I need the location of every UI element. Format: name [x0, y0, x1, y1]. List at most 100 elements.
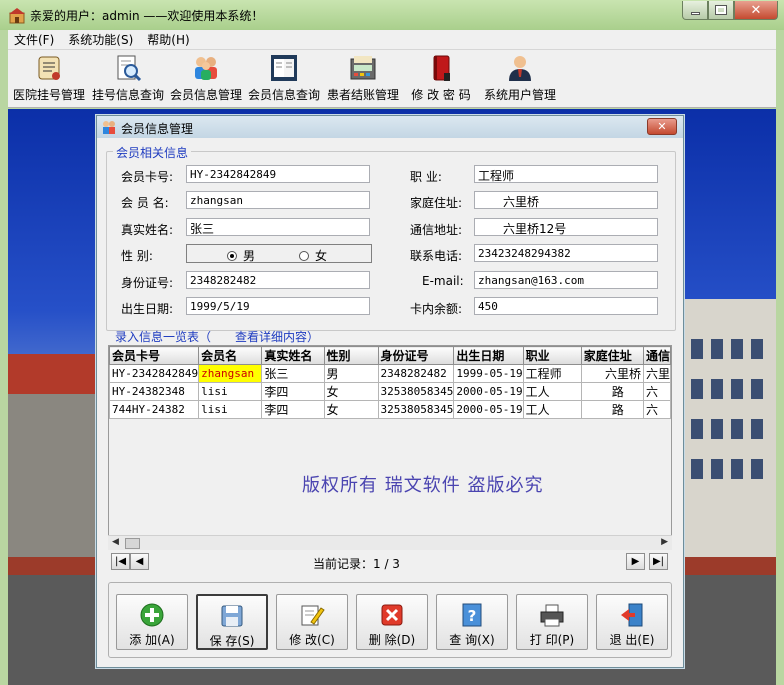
table-cell[interactable]: 路: [580, 382, 644, 401]
dialog-close-button[interactable]: ✕: [647, 118, 677, 135]
toolbar-member-manage[interactable]: 会员信息管理: [168, 53, 244, 103]
balance-label: 卡内余额:: [410, 302, 463, 316]
table-cell-selected[interactable]: zhangsan: [198, 364, 263, 383]
last-record-icon: ▶|: [652, 556, 665, 567]
print-button[interactable]: 打 印(P): [516, 594, 588, 650]
table-cell[interactable]: lisi: [198, 400, 263, 419]
save-button[interactable]: 保 存(S): [196, 594, 268, 650]
minimize-icon: [690, 12, 700, 15]
table-cell[interactable]: 2000-05-19: [453, 400, 524, 419]
email-input[interactable]: zhangsan@163.com: [474, 271, 658, 289]
mail-address-input[interactable]: 六里桥12号: [474, 218, 658, 236]
minimize-button[interactable]: [682, 1, 708, 20]
query-button[interactable]: ? 查 询(X): [436, 594, 508, 650]
toolbar-patient-billing[interactable]: 患者结账管理: [325, 53, 401, 103]
birth-date-input[interactable]: 1999/5/19: [186, 297, 370, 315]
table-row[interactable]: HY-2342842849 zhangsan 张三 男 2348282482 1…: [109, 364, 671, 383]
gender-male-radio[interactable]: 男: [227, 247, 255, 264]
group-legend: 会员相关信息: [113, 144, 192, 161]
table-cell[interactable]: 女: [323, 400, 379, 419]
exit-button[interactable]: 退 出(E): [596, 594, 668, 650]
table-cell[interactable]: 李四: [261, 400, 325, 419]
document-search-icon: [117, 55, 142, 82]
table-cell[interactable]: 男: [323, 364, 379, 383]
table-row[interactable]: HY-24382348 lisi 李四 女 32538058345 2000-0…: [109, 382, 671, 401]
col-birth-date[interactable]: 出生日期: [453, 346, 524, 365]
table-cell[interactable]: 工人: [522, 382, 582, 401]
table-cell[interactable]: 工人: [522, 400, 582, 419]
gender-female-radio[interactable]: 女: [299, 247, 327, 264]
table-cell[interactable]: 六里: [642, 364, 671, 383]
delete-button[interactable]: 删 除(D): [356, 594, 428, 650]
table-cell[interactable]: 六: [642, 382, 671, 401]
add-button[interactable]: 添 加(A): [116, 594, 188, 650]
table-cell[interactable]: HY-24382348: [109, 382, 200, 401]
modify-button[interactable]: 修 改(C): [276, 594, 348, 650]
billing-machine-icon: [350, 56, 376, 80]
occupation-input[interactable]: 工程师: [474, 165, 658, 183]
toolbar-member-query[interactable]: 会员信息查询: [246, 53, 322, 103]
table-cell[interactable]: lisi: [198, 382, 263, 401]
col-home-address[interactable]: 家庭住址: [580, 346, 644, 365]
table-cell[interactable]: 六: [642, 400, 671, 419]
col-id-card[interactable]: 身份证号: [377, 346, 455, 365]
menu-file[interactable]: 文件(F): [14, 31, 54, 48]
col-mail-address[interactable]: 通信: [642, 346, 671, 365]
maximize-button[interactable]: [708, 1, 734, 20]
toolbar-register-query[interactable]: 挂号信息查询: [90, 53, 166, 103]
menu-system-functions[interactable]: 系统功能(S): [68, 31, 133, 48]
member-table: 会员卡号 会员名 真实姓名 性别 身份证号 出生日期 职业 家庭住址 通信 HY…: [109, 346, 671, 419]
table-cell[interactable]: 女: [323, 382, 379, 401]
table-cell[interactable]: 2348282482: [377, 364, 455, 383]
member-name-input[interactable]: zhangsan: [186, 191, 370, 209]
toolbar-system-users[interactable]: 系统用户管理: [482, 53, 558, 103]
id-card-input[interactable]: 2348282482: [186, 271, 370, 289]
prev-record-button[interactable]: ◀: [130, 553, 149, 570]
table-cell[interactable]: 六里桥: [580, 364, 644, 383]
table-row[interactable]: 744HY-24382 lisi 李四 女 32538058345 2000-0…: [109, 400, 671, 419]
toolbar-change-password[interactable]: 修 改 密 码: [403, 53, 479, 103]
balance-input[interactable]: 450: [474, 297, 658, 315]
col-occupation[interactable]: 职业: [522, 346, 582, 365]
id-card-label: 身份证号:: [121, 276, 174, 290]
grid-horizontal-scrollbar[interactable]: ◀ ▶: [108, 535, 672, 550]
table-cell[interactable]: 32538058345: [377, 382, 455, 401]
member-data-grid[interactable]: 会员卡号 会员名 真实姓名 性别 身份证号 出生日期 职业 家庭住址 通信 HY…: [108, 345, 672, 550]
table-cell[interactable]: 1999-05-19: [453, 364, 524, 383]
card-no-input[interactable]: HY-2342842849: [186, 165, 370, 183]
menu-help[interactable]: 帮助(H): [147, 31, 189, 48]
col-gender[interactable]: 性别: [323, 346, 379, 365]
home-address-label: 家庭住址:: [410, 196, 463, 210]
table-cell[interactable]: 张三: [261, 364, 325, 383]
view-details-link[interactable]: 查看详细内容）: [235, 328, 319, 345]
col-member-name[interactable]: 会员名: [198, 346, 263, 365]
help-question-icon: ?: [462, 603, 482, 627]
table-cell[interactable]: 李四: [261, 382, 325, 401]
window-title: 亲爱的用户：admin ——欢迎使用本系统！: [30, 9, 264, 23]
toolbar-hospital-register[interactable]: 医院挂号管理: [11, 53, 87, 103]
action-button-panel: 添 加(A) 保 存(S) 修 改(C) 删 除(D) ? 查 询(X) 打 印…: [108, 582, 672, 658]
home-address-input[interactable]: 六里桥: [474, 191, 658, 209]
table-cell[interactable]: 工程师: [522, 364, 582, 383]
last-record-button[interactable]: ▶|: [649, 553, 668, 570]
dialog-titlebar[interactable]: 会员信息管理 ✕: [97, 116, 683, 138]
table-cell[interactable]: HY-2342842849: [109, 364, 200, 383]
scrollbar-thumb[interactable]: [125, 538, 140, 549]
radio-checked-icon: [227, 250, 237, 261]
next-record-button[interactable]: ▶: [626, 553, 645, 570]
main-titlebar[interactable]: 亲爱的用户：admin ——欢迎使用本系统！ ✕: [0, 0, 784, 30]
col-card-no[interactable]: 会员卡号: [109, 346, 200, 365]
col-real-name[interactable]: 真实姓名: [261, 346, 325, 365]
scroll-right-icon[interactable]: ▶: [661, 537, 668, 547]
table-cell[interactable]: 路: [580, 400, 644, 419]
close-button[interactable]: ✕: [734, 1, 778, 20]
delete-x-icon: [381, 604, 403, 626]
scroll-left-icon[interactable]: ◀: [112, 537, 119, 547]
table-cell[interactable]: 32538058345: [377, 400, 455, 419]
table-cell[interactable]: 2000-05-19: [453, 382, 524, 401]
phone-input[interactable]: 23423248294382: [474, 244, 658, 262]
first-record-button[interactable]: |◀: [111, 553, 130, 570]
exit-door-icon: [621, 603, 643, 627]
real-name-input[interactable]: 张三: [186, 218, 370, 236]
table-cell[interactable]: 744HY-24382: [109, 400, 200, 419]
